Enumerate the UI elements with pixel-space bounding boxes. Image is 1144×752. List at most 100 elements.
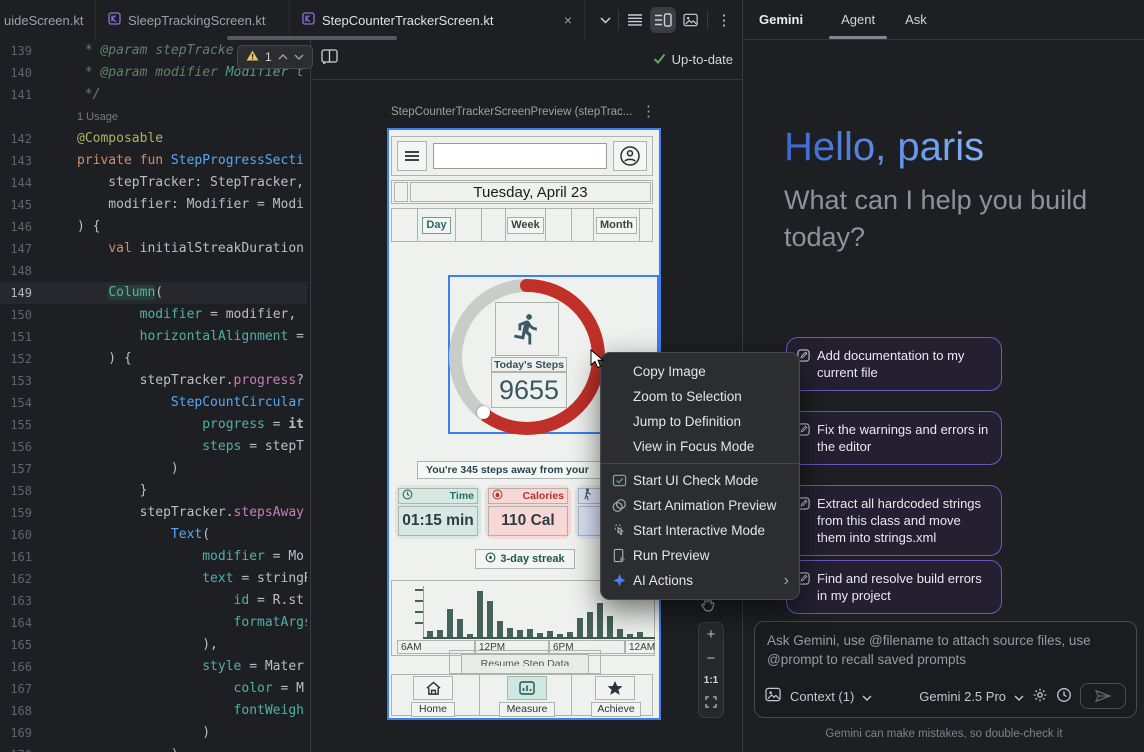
attach-image-icon[interactable]	[765, 687, 782, 705]
code-line[interactable]: 152 ) {	[0, 348, 307, 370]
code-text: modifier: Modifier = Modi	[32, 194, 304, 216]
tab-guidescreen[interactable]: uideScreen.kt	[0, 0, 96, 40]
zoom-fit-icon[interactable]	[705, 695, 717, 713]
line-number: 154	[0, 392, 32, 414]
code-line[interactable]: 155 progress = it	[0, 414, 307, 436]
code-text	[32, 260, 77, 282]
code-line[interactable]: 156 steps = stepT	[0, 436, 307, 458]
code-line[interactable]: 145 modifier: Modifier = Modi	[0, 194, 307, 216]
code-line[interactable]: 143private fun StepProgressSecti	[0, 150, 307, 172]
code-line[interactable]: 158 }	[0, 480, 307, 502]
gear-icon[interactable]	[1032, 687, 1048, 706]
code-line[interactable]: 149 Column(	[0, 282, 307, 304]
code-line[interactable]: 159 stepTracker.stepsAway	[0, 502, 307, 524]
code-line[interactable]: 167 color = M	[0, 678, 307, 700]
tab-day[interactable]: Day	[418, 209, 456, 241]
suggestion-card[interactable]: Add documentation to my current file	[786, 337, 1002, 391]
chart-bar	[497, 621, 503, 637]
menu-item-label: AI Actions	[633, 573, 784, 588]
menu-item-view-in-focus-mode[interactable]: View in Focus Mode	[601, 434, 799, 459]
menu-item-label: View in Focus Mode	[633, 439, 789, 454]
menu-item-ai-actions[interactable]: AI Actions›	[601, 568, 799, 593]
code-line[interactable]: 148	[0, 260, 307, 282]
code-line[interactable]: 169 )	[0, 722, 307, 744]
tab-month[interactable]: Month	[594, 209, 640, 241]
nav-label-measure[interactable]: Measure	[499, 702, 555, 717]
suggestion-card[interactable]: Find and resolve build errors in my proj…	[786, 560, 1002, 614]
code-line[interactable]: 162 text = stringR	[0, 568, 307, 590]
gemini-panel-title: Gemini	[759, 12, 803, 27]
menu-item-start-ui-check-mode[interactable]: Start UI Check Mode	[601, 468, 799, 493]
menu-item-jump-to-definition[interactable]: Jump to Definition	[601, 409, 799, 434]
tab-stepcountertrackerscreen[interactable]: StepCounterTrackerScreen.kt ×	[290, 0, 585, 40]
preview-kebab-icon[interactable]: ⋮	[641, 102, 656, 120]
home-icon[interactable]	[413, 676, 453, 700]
code-line[interactable]: 144 stepTracker: StepTracker,	[0, 172, 307, 194]
context-selector[interactable]: Context (1)	[790, 689, 854, 704]
split-view-icon[interactable]	[650, 7, 676, 33]
code-line[interactable]: 166 style = Mater	[0, 656, 307, 678]
nav-divider	[479, 674, 480, 716]
line-number: 148	[0, 260, 32, 282]
tab-ask[interactable]: Ask	[905, 0, 927, 40]
code-line[interactable]: 153 stepTracker.progress?	[0, 370, 307, 392]
code-line[interactable]: 168 fontWeigh	[0, 700, 307, 722]
line-number: 165	[0, 634, 32, 656]
code-line[interactable]: 161 modifier = Mo	[0, 546, 307, 568]
search-input[interactable]	[433, 143, 607, 169]
code-line[interactable]: 154 StepCountCircular	[0, 392, 307, 414]
menu-item-start-animation-preview[interactable]: Start Animation Preview	[601, 493, 799, 518]
code-line[interactable]: 151 horizontalAlignment =	[0, 326, 307, 348]
hamburger-menu-icon[interactable]	[397, 141, 427, 171]
code-line[interactable]: 170 )	[0, 744, 307, 752]
tab-sleeptrackingscreen[interactable]: SleepTrackingScreen.kt	[96, 0, 290, 40]
code-line[interactable]: 147 val initialStreakDuration	[0, 238, 307, 260]
code-view-icon[interactable]	[622, 7, 648, 33]
preview-layout-icon[interactable]	[321, 49, 338, 70]
code-line[interactable]: 150 modifier = modifier,	[0, 304, 307, 326]
tab-list-chevron-icon[interactable]	[592, 7, 618, 33]
zoom-in-icon[interactable]: +	[707, 627, 716, 642]
code-line[interactable]: 160 Text(	[0, 524, 307, 546]
menu-item-run-preview[interactable]: Run Preview	[601, 543, 799, 568]
line-number: 157	[0, 458, 32, 480]
nav-label-achieve[interactable]: Achieve	[591, 702, 641, 717]
send-button[interactable]	[1080, 683, 1126, 709]
tab-week[interactable]: Week	[506, 209, 546, 241]
next-warning-icon[interactable]	[294, 54, 304, 60]
menu-item-copy-image[interactable]: Copy Image	[601, 359, 799, 384]
account-icon[interactable]	[613, 141, 647, 171]
suggestion-card[interactable]: Fix the warnings and errors in the edito…	[786, 411, 1002, 465]
zoom-ratio-button[interactable]: 1:1	[704, 675, 718, 686]
chevron-down-icon[interactable]	[862, 689, 872, 704]
close-icon[interactable]: ×	[564, 13, 572, 27]
measure-icon[interactable]	[507, 676, 547, 700]
code-line[interactable]: 157 )	[0, 458, 307, 480]
more-options-kebab-icon[interactable]: ⋮	[711, 7, 737, 33]
achieve-star-icon[interactable]	[595, 676, 635, 700]
code-line[interactable]: 165 ),	[0, 634, 307, 656]
model-selector[interactable]: Gemini 2.5 Pro	[919, 689, 1006, 704]
design-view-icon[interactable]	[678, 7, 704, 33]
history-clock-icon[interactable]	[1056, 687, 1072, 706]
code-line[interactable]: 141 */	[0, 84, 307, 106]
suggestion-card[interactable]: Extract all hardcoded strings from this …	[786, 485, 1002, 556]
inspection-widget[interactable]: 1	[237, 45, 313, 69]
code-line[interactable]: 163 id = R.st	[0, 590, 307, 612]
tab-scrollbar-thumb[interactable]	[227, 36, 397, 40]
menu-item-start-interactive-mode[interactable]: Start Interactive Mode	[601, 518, 799, 543]
chevron-down-icon[interactable]	[1014, 689, 1024, 704]
zoom-out-icon[interactable]: −	[707, 651, 716, 666]
code-line[interactable]: 164 formatArgs	[0, 612, 307, 634]
code-line[interactable]: 146) {	[0, 216, 307, 238]
previous-warning-icon[interactable]	[278, 54, 288, 60]
tab-agent[interactable]: Agent	[841, 0, 875, 40]
menu-item-zoom-to-selection[interactable]: Zoom to Selection	[601, 384, 799, 409]
code-text: )	[32, 458, 179, 480]
code-line[interactable]: 1 Usage	[0, 106, 307, 128]
gemini-prompt-input[interactable]: Ask Gemini, use @filename to attach sour…	[754, 621, 1137, 718]
code-editor[interactable]: 139 * @param stepTracke140 * @param modi…	[0, 40, 307, 752]
nav-label-home[interactable]: Home	[411, 702, 455, 717]
stat-label: Calories	[523, 490, 564, 502]
code-line[interactable]: 142@Composable	[0, 128, 307, 150]
